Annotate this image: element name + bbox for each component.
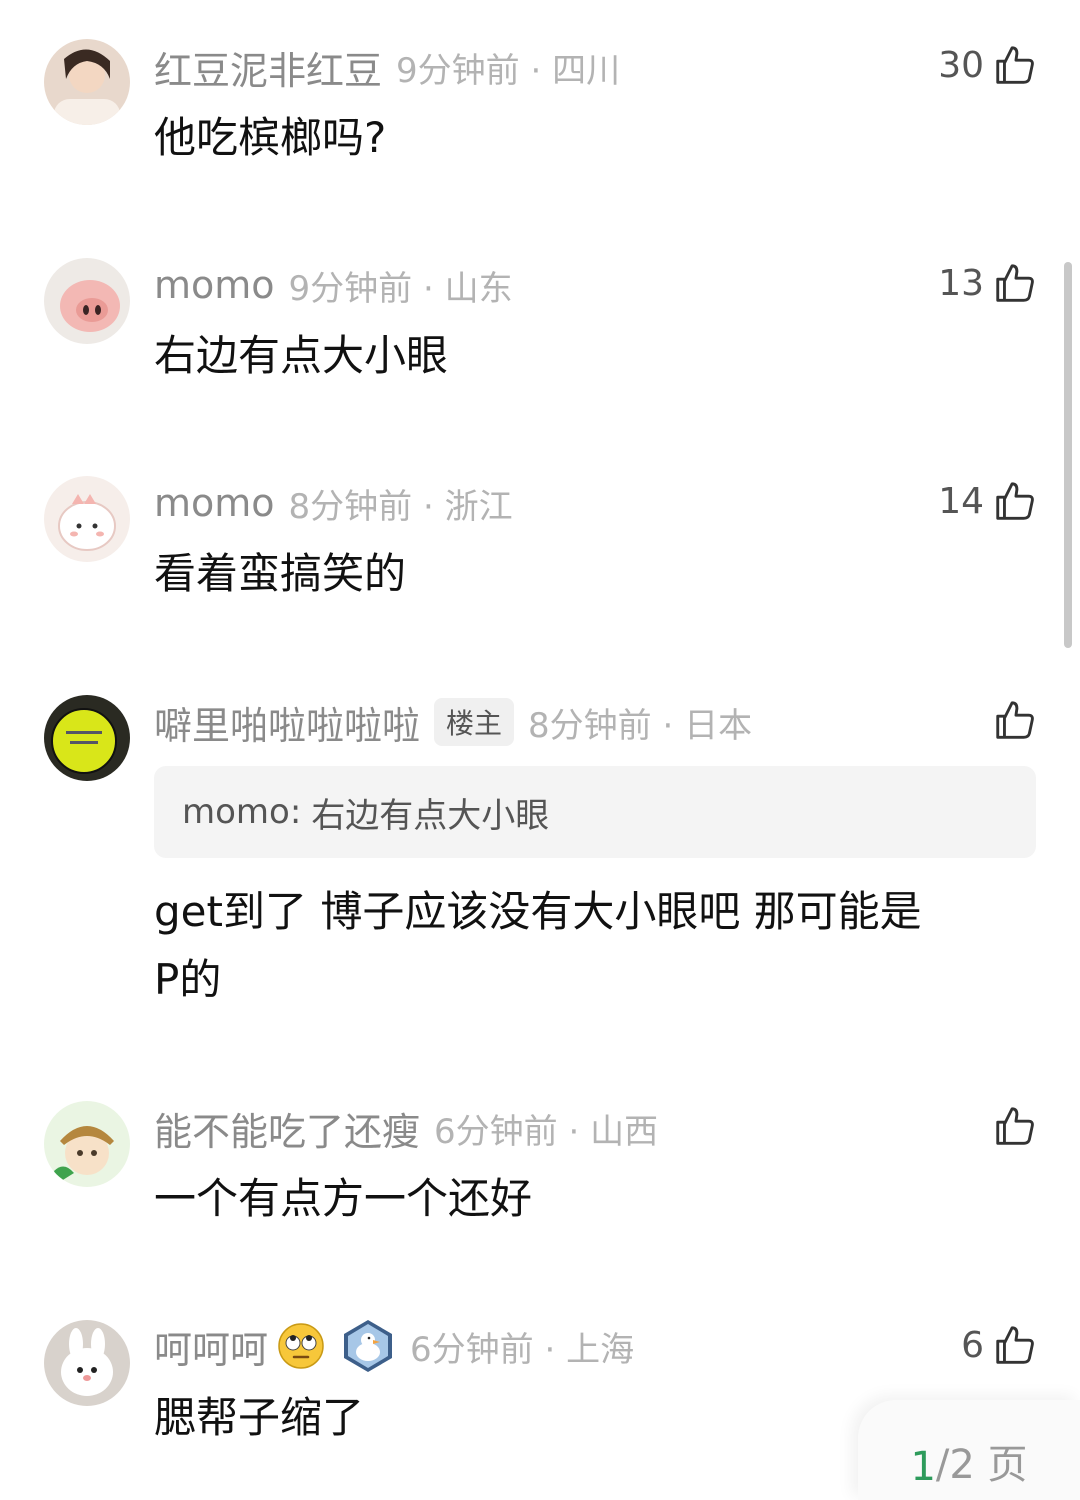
comment-text: 看着蛮搞笑的 (154, 549, 407, 598)
like-button[interactable]: 14 (938, 476, 1038, 526)
comment-text: 他吃槟榔吗? (154, 113, 387, 162)
comment-text-line: get到了 博子应该没有大小眼吧 那可能是 (154, 887, 922, 936)
comment-meta: momo 9分钟前 · 山东 (154, 260, 513, 310)
thumbs-up-icon (996, 264, 1034, 302)
rolling-eyes-emoji-icon (278, 1323, 324, 1369)
quoted-username: momo (182, 792, 290, 832)
username[interactable]: 红豆泥非红豆 (154, 40, 382, 95)
comment-meta: 噼里啪啦啦啦啦 楼主 8分钟前 · 日本 (154, 695, 753, 750)
thumbs-up-icon (996, 1326, 1034, 1364)
like-count: 30 (938, 44, 984, 86)
like-count: 6 (961, 1324, 984, 1366)
current-page: 1 (910, 1444, 936, 1490)
thumbs-up-icon (996, 1107, 1034, 1145)
username[interactable]: 噼里啪啦啦啦啦 (154, 695, 420, 750)
like-button[interactable] (992, 1101, 1038, 1151)
like-count: 14 (938, 480, 984, 522)
scrollbar[interactable] (1064, 262, 1072, 648)
comment-text: get到了 博子应该没有大小眼吧 那可能是 P的 (154, 878, 1014, 1014)
total-pages: /2 页 (935, 1442, 1028, 1488)
timestamp-location: 6分钟前 · 山西 (434, 1111, 659, 1152)
timestamp-location: 9分钟前 · 山东 (288, 268, 513, 309)
comment-text: 右边有点大小眼 (154, 331, 449, 380)
op-badge: 楼主 (434, 698, 515, 746)
like-button[interactable] (992, 695, 1038, 745)
comment-meta: 呵呵呵 6分钟前 · 上海 (154, 1319, 635, 1374)
avatar[interactable] (44, 1101, 130, 1187)
thumbs-up-icon (996, 701, 1034, 739)
like-button[interactable]: 13 (938, 258, 1038, 308)
avatar[interactable] (44, 39, 130, 125)
thumbs-up-icon (996, 482, 1034, 520)
timestamp-location: 8分钟前 · 日本 (528, 705, 753, 746)
comment-meta: 红豆泥非红豆 9分钟前 · 四川 (154, 40, 621, 95)
thumbs-up-icon (996, 46, 1034, 84)
timestamp-location: 9分钟前 · 四川 (396, 50, 621, 91)
avatar[interactable] (44, 258, 130, 344)
username[interactable]: 呵呵呵 (154, 1319, 268, 1374)
username[interactable]: momo (154, 263, 275, 307)
like-button[interactable]: 30 (938, 40, 1038, 90)
like-count: 13 (938, 262, 984, 304)
avatar[interactable] (44, 476, 130, 562)
quoted-reply[interactable]: momo: 右边有点大小眼 (154, 766, 1036, 858)
username[interactable]: 能不能吃了还瘦 (154, 1101, 420, 1156)
comment-text: 一个有点方一个还好 (154, 1174, 533, 1223)
comment-meta: momo 8分钟前 · 浙江 (154, 478, 513, 528)
comment-meta: 能不能吃了还瘦 6分钟前 · 山西 (154, 1101, 659, 1156)
avatar[interactable] (44, 1320, 130, 1406)
comment-text-line: P的 (154, 955, 222, 1004)
quoted-text: 右边有点大小眼 (311, 795, 550, 836)
like-button[interactable]: 6 (961, 1320, 1038, 1370)
page-indicator[interactable]: 1/2 页 (858, 1400, 1080, 1500)
username[interactable]: momo (154, 481, 275, 525)
timestamp-location: 8分钟前 · 浙江 (288, 486, 513, 527)
timestamp-location: 6分钟前 · 上海 (410, 1329, 635, 1370)
quote-separator: : (289, 792, 302, 832)
duck-badge-icon (344, 1320, 393, 1372)
avatar[interactable] (44, 695, 130, 781)
